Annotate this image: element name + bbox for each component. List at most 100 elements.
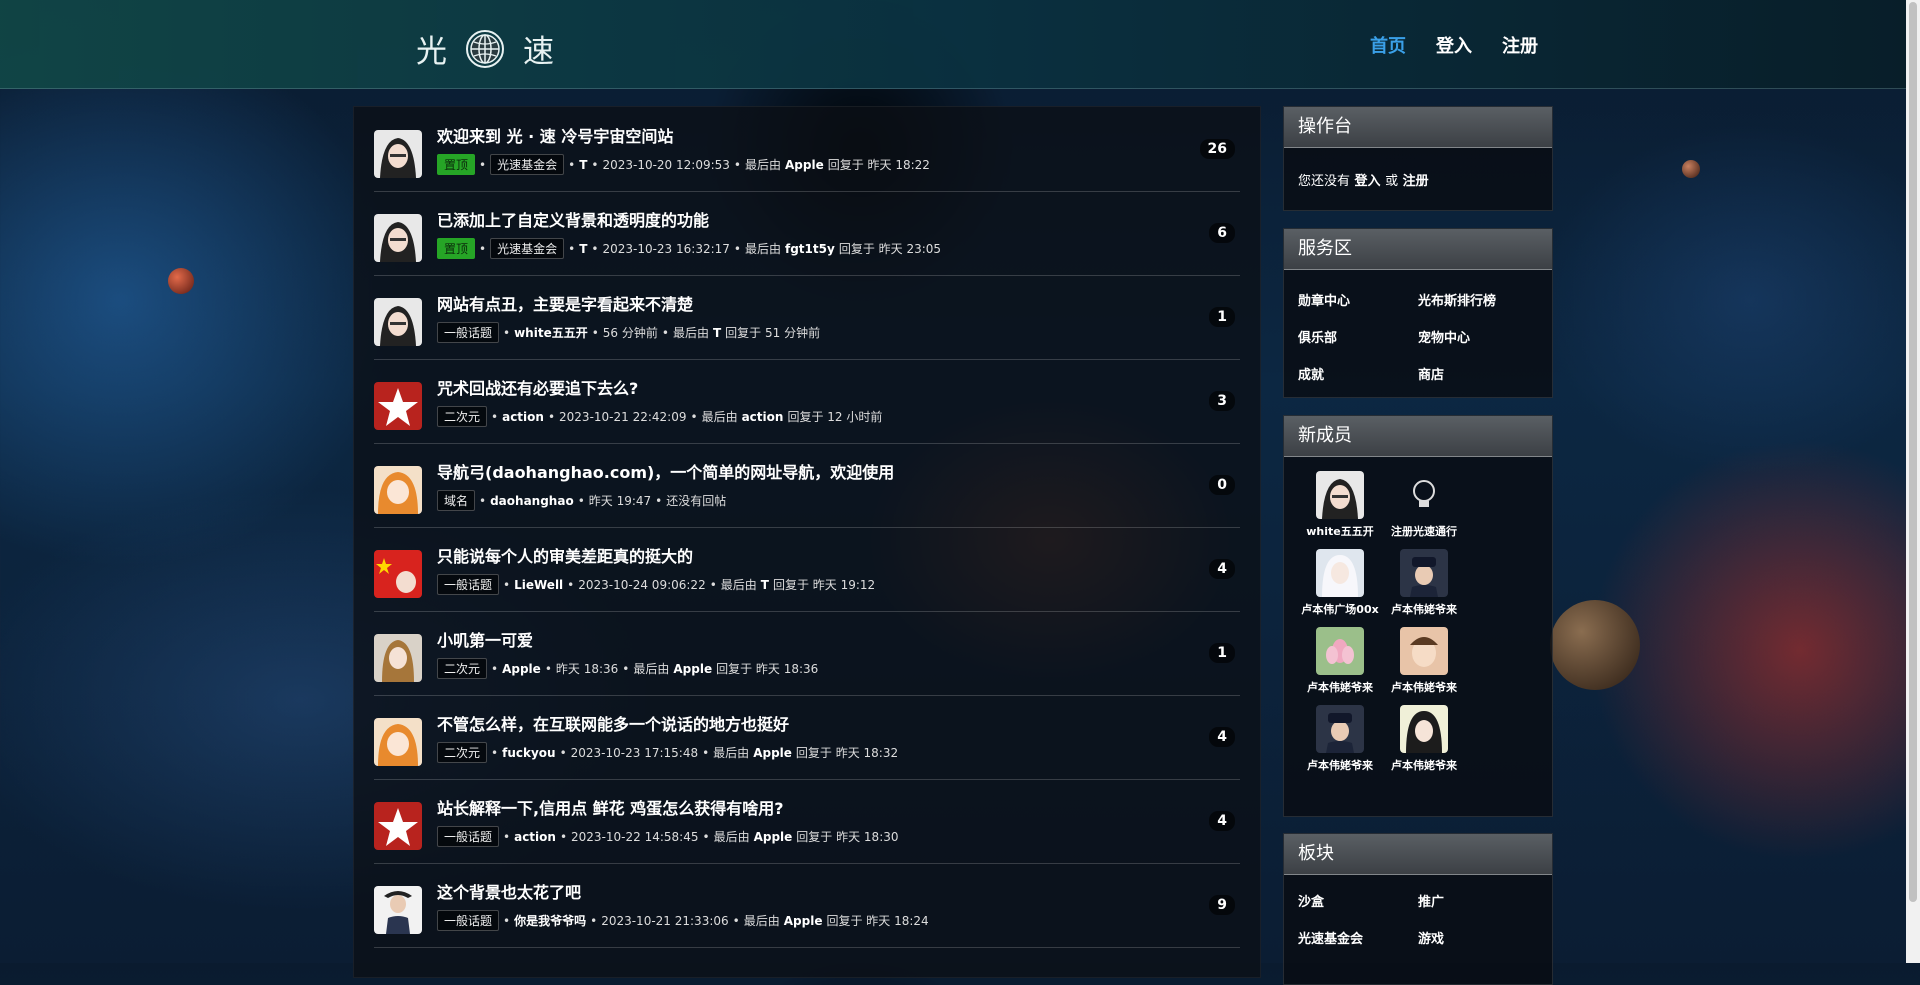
topic-title[interactable]: 站长解释一下,信用点 鲜花 鸡蛋怎么获得有啥用?	[437, 795, 784, 819]
site-logo[interactable]: 光 速	[416, 26, 554, 71]
member-name[interactable]: 注册光速通行	[1382, 523, 1466, 539]
topic-title[interactable]: 欢迎来到 光 · 速 冷号宇宙空间站	[437, 123, 673, 147]
member-avatar[interactable]	[1400, 705, 1448, 753]
member-avatar[interactable]	[1316, 705, 1364, 753]
category-tag[interactable]: 域名	[437, 490, 476, 511]
topic-title[interactable]: 咒术回战还有必要追下去么?	[437, 375, 638, 399]
last-reply-user[interactable]: Apple	[673, 662, 712, 676]
author-avatar[interactable]	[374, 634, 422, 682]
member-card[interactable]: 卢本伟广场00x	[1298, 549, 1382, 617]
member-card[interactable]: 卢本伟姥爷来	[1382, 549, 1466, 617]
topic-author[interactable]: LieWell	[514, 578, 563, 592]
topic-author[interactable]: T	[579, 158, 587, 172]
page-scrollbar[interactable]	[1906, 0, 1920, 963]
author-avatar[interactable]	[374, 130, 422, 178]
topic-author[interactable]: 你是我爷爷吗	[514, 912, 586, 929]
category-tag[interactable]: 一般话题	[437, 826, 500, 847]
member-card[interactable]: 卢本伟姥爷来	[1382, 627, 1466, 695]
member-card[interactable]: 卢本伟姥爷来	[1298, 705, 1382, 773]
topic-title[interactable]: 不管怎么样，在互联网能多一个说话的地方也挺好	[437, 711, 789, 735]
nav-register[interactable]: 注册	[1502, 32, 1538, 58]
member-avatar[interactable]	[1400, 627, 1448, 675]
topic-author[interactable]: white五五开	[514, 324, 588, 341]
topic-row[interactable]: 这个背景也太花了吧 一般话题 • 你是我爷爷吗 • 2023-10-21 21:33:06…	[374, 863, 1240, 948]
last-reply-user[interactable]: T	[713, 326, 721, 340]
last-reply-user[interactable]: Apple	[784, 914, 823, 928]
author-avatar[interactable]	[374, 886, 422, 934]
topic-row[interactable]: 只能说每个人的审美差距真的挺大的 一般话题 • LieWell • 2023-10-24 …	[374, 527, 1240, 612]
category-tag[interactable]: 光速基金会	[490, 154, 565, 175]
category-tag[interactable]: 一般话题	[437, 322, 500, 343]
service-pet-center[interactable]: 宠物中心	[1418, 327, 1538, 346]
author-avatar[interactable]	[374, 802, 422, 850]
member-name[interactable]: 卢本伟姥爷来	[1382, 601, 1466, 617]
member-avatar[interactable]	[1400, 471, 1448, 519]
topic-row[interactable]: 小叽第一可爱 二次元 • Apple • 昨天 18:36 • 最后由 Apple 回复于 昨天 …	[374, 611, 1240, 696]
service-club[interactable]: 俱乐部	[1298, 327, 1418, 346]
topic-row[interactable]: 咒术回战还有必要追下去么? 二次元 • action • 2023-10-21 22:42…	[374, 359, 1240, 444]
nav-login[interactable]: 登入	[1436, 32, 1472, 58]
member-name[interactable]: 卢本伟姥爷来	[1382, 679, 1466, 695]
topic-row[interactable]: 导航弓(daohanghao.com)，一个简单的网址导航，欢迎使用 域名 • dao…	[374, 443, 1240, 528]
topic-row[interactable]: 已添加上了自定义背景和透明度的功能 置顶 • 光速基金会 • T • 2023-10-23 1…	[374, 191, 1240, 276]
member-card[interactable]: white五五开	[1298, 471, 1382, 539]
author-avatar[interactable]	[374, 718, 422, 766]
service-achievements[interactable]: 成就	[1298, 364, 1418, 383]
category-tag[interactable]: 二次元	[437, 658, 488, 679]
last-reply-user[interactable]: Apple	[754, 830, 793, 844]
topic-title[interactable]: 导航弓(daohanghao.com)，一个简单的网址导航，欢迎使用	[437, 459, 894, 483]
member-card[interactable]: 卢本伟姥爷来	[1298, 627, 1382, 695]
topic-author[interactable]: daohanghao	[490, 494, 574, 508]
category-tag[interactable]: 一般话题	[437, 910, 500, 931]
category-tag[interactable]: 一般话题	[437, 574, 500, 595]
member-avatar[interactable]	[1316, 549, 1364, 597]
member-avatar[interactable]	[1400, 549, 1448, 597]
member-name[interactable]: 卢本伟姥爷来	[1298, 679, 1382, 695]
author-avatar[interactable]	[374, 298, 422, 346]
topic-row[interactable]: 欢迎来到 光 · 速 冷号宇宙空间站 置顶 • 光速基金会 • T • 2023-10-20 …	[374, 107, 1240, 192]
category-tag[interactable]: 二次元	[437, 406, 488, 427]
last-reply-user[interactable]: Apple	[785, 158, 824, 172]
topic-row[interactable]: 不管怎么样，在互联网能多一个说话的地方也挺好 二次元 • fuckyou • 2023-1…	[374, 695, 1240, 780]
service-ranking[interactable]: 光布斯排行榜	[1418, 290, 1538, 309]
category-tag[interactable]: 二次元	[437, 742, 488, 763]
last-reply-user[interactable]: T	[761, 578, 769, 592]
last-reply-user[interactable]: Apple	[753, 746, 792, 760]
service-shop[interactable]: 商店	[1418, 364, 1538, 383]
topic-author[interactable]: action	[514, 830, 556, 844]
member-name[interactable]: 卢本伟姥爷来	[1382, 757, 1466, 773]
author-avatar[interactable]	[374, 214, 422, 262]
board-games[interactable]: 游戏	[1418, 928, 1538, 947]
scrollbar-thumb[interactable]	[1909, 2, 1917, 902]
console-register-link[interactable]: 注册	[1403, 174, 1429, 189]
member-card[interactable]: 卢本伟姥爷来	[1382, 705, 1466, 773]
board-promotion[interactable]: 推广	[1418, 891, 1538, 910]
category-tag[interactable]: 光速基金会	[490, 238, 565, 259]
topic-author[interactable]: fuckyou	[502, 746, 555, 760]
topic-title[interactable]: 只能说每个人的审美差距真的挺大的	[437, 543, 693, 567]
author-avatar[interactable]	[374, 466, 422, 514]
console-login-link[interactable]: 登入	[1355, 174, 1381, 189]
author-avatar[interactable]	[374, 550, 422, 598]
member-avatar[interactable]	[1316, 627, 1364, 675]
topic-row[interactable]: 网站有点丑，主要是字看起来不清楚 一般话题 • white五五开 • 56 分钟前 • 最后由…	[374, 275, 1240, 360]
topic-title[interactable]: 这个背景也太花了吧	[437, 879, 581, 903]
member-name[interactable]: white五五开	[1298, 523, 1382, 539]
topic-title[interactable]: 已添加上了自定义背景和透明度的功能	[437, 207, 709, 231]
topic-author[interactable]: T	[579, 242, 587, 256]
member-name[interactable]: 卢本伟广场00x	[1298, 601, 1382, 617]
topic-author[interactable]: Apple	[502, 662, 541, 676]
board-foundation[interactable]: 光速基金会	[1298, 928, 1418, 947]
member-avatar[interactable]	[1316, 471, 1364, 519]
author-avatar[interactable]	[374, 382, 422, 430]
member-card[interactable]: 注册光速通行	[1382, 471, 1466, 539]
last-reply-user[interactable]: fgt1t5y	[785, 242, 835, 256]
topic-title[interactable]: 小叽第一可爱	[437, 627, 533, 651]
board-sandbox[interactable]: 沙盒	[1298, 891, 1418, 910]
topic-title[interactable]: 网站有点丑，主要是字看起来不清楚	[437, 291, 693, 315]
member-name[interactable]: 卢本伟姥爷来	[1298, 757, 1382, 773]
topic-author[interactable]: action	[502, 410, 544, 424]
topic-row[interactable]: 站长解释一下,信用点 鲜花 鸡蛋怎么获得有啥用? 一般话题 • action • 2023…	[374, 779, 1240, 864]
service-medal-center[interactable]: 勋章中心	[1298, 290, 1418, 309]
last-reply-user[interactable]: action	[742, 410, 784, 424]
